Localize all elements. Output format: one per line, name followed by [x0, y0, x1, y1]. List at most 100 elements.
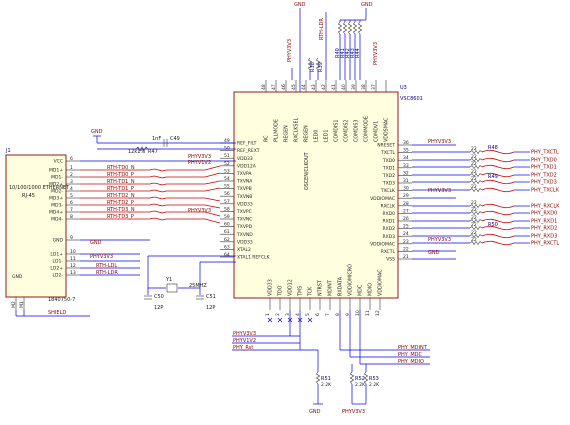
- u3-right-pin-num: 25: [403, 224, 409, 230]
- mac-wire-twist: [481, 164, 515, 170]
- u3-center-label: OSCEN/CLKOUT: [304, 152, 310, 190]
- bottom-resistors: R512.2KR522.2KR532.2K: [300, 349, 380, 405]
- mac-wire-twist: [481, 172, 515, 178]
- led-net-label: RTH-LDL: [96, 263, 117, 269]
- u3-bottom-pin-num: 5: [305, 313, 311, 316]
- y1-freq: 25MHZ: [189, 283, 207, 289]
- mac-wire-twist: [481, 157, 515, 163]
- u3-left-pin-name: TXVPC: [236, 209, 252, 215]
- mac-wire-twist: [481, 187, 515, 193]
- u3-right-pin-num: 21: [403, 254, 409, 260]
- mac-wire-twist: [481, 149, 515, 155]
- u3-right-pin-num: 34: [403, 155, 409, 161]
- u3-left-pin-num: 51: [224, 153, 230, 159]
- j1-pin-num: 13: [70, 270, 76, 276]
- c49-ref: C49: [170, 136, 180, 142]
- mac-net-label: PHY_TXCLK: [531, 188, 560, 194]
- series-resistor-value: 22: [471, 176, 477, 182]
- series-resistor-value: 22: [471, 154, 477, 160]
- u3-right-pin-num: 27: [403, 208, 409, 214]
- series-resistor-value: 22: [471, 200, 477, 206]
- u3-left-pin-num: 63: [224, 244, 230, 250]
- u3-right-pin-name: TXCTL: [380, 150, 395, 156]
- j1-pins: VCC 6 MD1+ 1 MD1- 2 MD2+ 3 MD2- 4 MD3+ 5 MD3- 6 MD4+ 7 M…: [49, 156, 236, 279]
- u3-right-pin-name: TXD1: [382, 165, 395, 171]
- j1-part: 1840750-7: [48, 297, 75, 303]
- led-net-label: RTH-LDR: [96, 270, 118, 276]
- u3-bottom-pin-name: VDDIOMAC: [378, 269, 384, 296]
- u3-left-pin-num: 57: [224, 199, 230, 205]
- mac-wire-twist: [481, 203, 515, 209]
- u3-right-pin-name: RXD1: [382, 219, 395, 225]
- u3-top-pin-num: 45: [291, 84, 297, 90]
- rth-wire-twist: [149, 203, 167, 207]
- bottom-mdio-nets: PHY_MDINTPHY_MDCPHY_MDIO: [339, 310, 430, 365]
- u3-left-pin-num: 62: [224, 237, 230, 243]
- j1-pin-num: 6: [70, 200, 73, 206]
- j1-pin-name: MD1-: [51, 175, 63, 181]
- u3-chip-body: [233, 91, 399, 299]
- top-gnd-label-2: GND: [361, 2, 373, 8]
- u3-left-pin-name: TXVNC: [236, 217, 252, 223]
- mac-net-label: PHY_TXD3: [531, 180, 557, 186]
- series-resistor-value: 22: [471, 184, 477, 190]
- bottom-v33-label: PHYV3V3: [342, 409, 365, 415]
- gnd-label-top-left: GND: [91, 129, 103, 135]
- j1-pin-name: LD2-: [53, 273, 64, 279]
- u3-right-pin-num: 28: [403, 201, 409, 207]
- j1-pin-num: 10: [70, 249, 76, 255]
- top-resistors: R40 R41 R42 R43 R44R38 R39: [291, 12, 366, 80]
- u3-bottom-pin-num: 12: [375, 310, 381, 316]
- u3-bottom-pin-name: MDINT: [328, 280, 334, 296]
- u3-right-pin-num: 30: [403, 186, 409, 192]
- top-left-resistor-ref: R39: [318, 62, 324, 72]
- u3-top-pin-num: 43: [311, 84, 317, 90]
- u3-bottom-pin-name: MDC: [358, 284, 364, 296]
- u3-right-pin-name: TXD0: [382, 158, 395, 164]
- bottom-left-net-label: PHY_Rst: [233, 345, 253, 351]
- rth-wire-bend: [204, 180, 221, 185]
- rth-wire-twist: [149, 196, 167, 200]
- u3-left-pin-num: 52: [224, 161, 230, 167]
- bottom-gnd-label: GND: [309, 409, 321, 415]
- u3-top-pin-num: 40: [341, 84, 347, 90]
- j1-pin-name: MD1+: [49, 168, 63, 174]
- u3-bottom-pin-num: 11: [365, 310, 371, 316]
- u3-left-pin-num: 64: [224, 252, 230, 258]
- j1-pin-name: LD1-: [53, 259, 64, 265]
- u3-right-pin-name: NRESET: [377, 143, 395, 149]
- u3-bottom-pin-num: 6: [315, 313, 321, 316]
- rth-net-label: RTH-TD3_P: [107, 214, 134, 220]
- u3-left-pin-num: 56: [224, 191, 230, 197]
- u3-left-pin-num: 61: [224, 229, 230, 235]
- rth-wire-twist: [149, 217, 167, 221]
- mac-net-label: PHY_RXD3: [531, 234, 557, 240]
- j1-pin-num: 4: [70, 186, 73, 192]
- bottom-left-net-label: PHYV1V2: [233, 338, 256, 344]
- top-v33-label-2: PHYV3V3: [373, 42, 379, 65]
- u3-top-pin-name: REGEN: [284, 125, 290, 142]
- mac-net-label: PHY_RXD2: [531, 226, 557, 232]
- u3-right-pin-num: 22: [403, 246, 409, 252]
- u3-right-pin-name: TXD3: [382, 181, 395, 187]
- u3-left-pin-num: 59: [224, 214, 230, 220]
- bottom-resistor-ref: R52: [355, 376, 365, 382]
- rth-wire-twist: [149, 175, 167, 179]
- r47-value: 12k1%: [128, 149, 145, 155]
- u3-left-pin-name: VDD33: [237, 201, 253, 207]
- mac-wire-twist: [481, 218, 515, 224]
- schematic-canvas: U3 VSC8601 OSCEN/CLKOUT 4 9 REF_FILT 50 REF_…: [5, 2, 560, 415]
- u3-top-pin-name: LED0: [314, 130, 320, 142]
- u3-right-pin-num: 32: [403, 170, 409, 176]
- bottom-resistor: [349, 371, 355, 385]
- u3-left-pin-name: TXVPD: [236, 224, 253, 230]
- series-resistor-value: 22: [471, 237, 477, 243]
- bottom-resistor-ref: R51: [321, 376, 331, 382]
- j1-pin-num: 1: [70, 165, 73, 171]
- bottom-resistor-ref: R53: [369, 376, 379, 382]
- series-resistor-value: 22: [471, 146, 477, 152]
- u3-right-pin-num: 31: [403, 178, 409, 184]
- bottom-resistor: [315, 371, 321, 385]
- rth-wire-twist: [149, 189, 167, 193]
- right-v33-label-2: PHYV3V3: [428, 188, 451, 194]
